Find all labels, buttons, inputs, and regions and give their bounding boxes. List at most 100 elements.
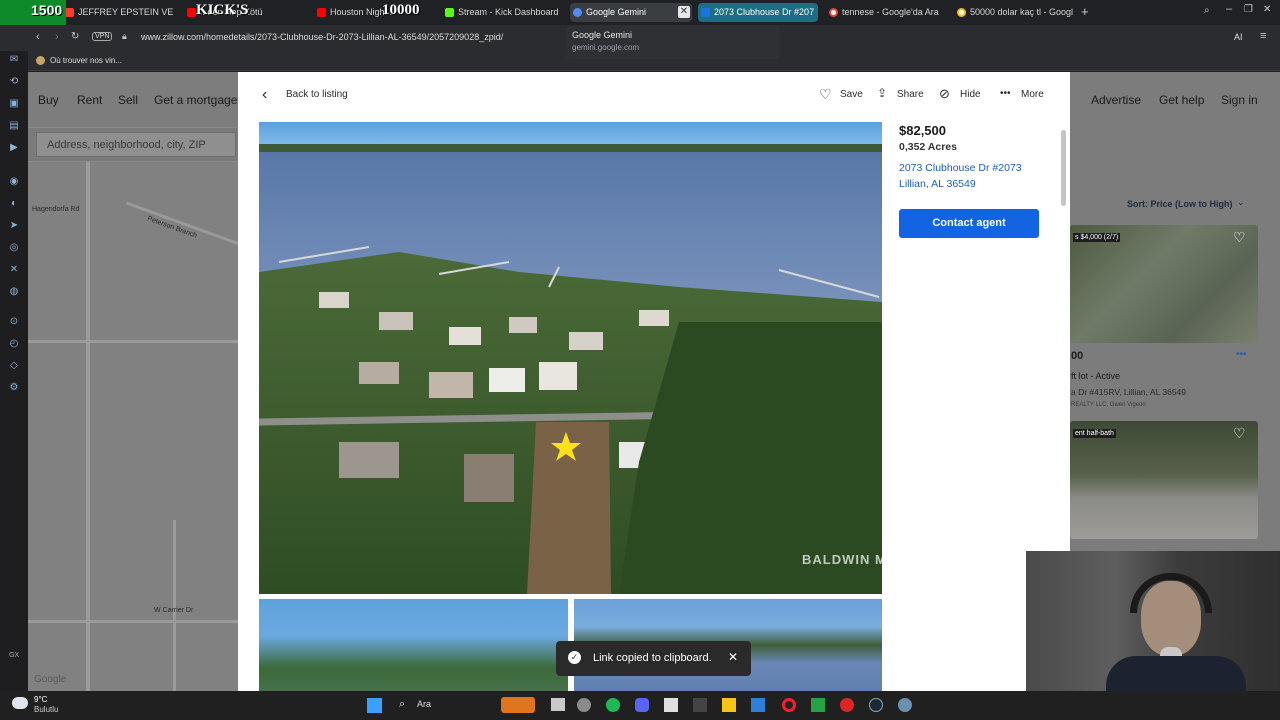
close-icon[interactable]: ✕: [678, 6, 690, 18]
map-label-road: Hagendorfa Rd: [32, 206, 80, 213]
share-icon[interactable]: ⇪: [877, 86, 887, 100]
ai-button[interactable]: AI: [1234, 32, 1243, 42]
store-icon[interactable]: [664, 698, 678, 712]
heart-icon[interactable]: ♡: [1233, 425, 1246, 442]
chevron-left-icon[interactable]: ‹: [262, 86, 267, 104]
webcam-overlay: [1026, 551, 1280, 691]
tab-tooltip: Google Gemini gemini.google.com: [566, 25, 780, 59]
taskbar: 9°C Bulutlu ⌕ Ara: [0, 691, 1280, 720]
sort-dropdown[interactable]: Sort: Price (Low to High): [1127, 199, 1233, 209]
weather-temp[interactable]: 9°C: [34, 695, 47, 704]
nav-mortgage[interactable]: Get a mortgage: [154, 93, 237, 107]
modal-scrollbar[interactable]: [1061, 130, 1066, 206]
weather-desc[interactable]: Bulutlu: [34, 705, 58, 714]
discord-icon[interactable]: [635, 698, 649, 712]
new-tab-icon[interactable]: +: [1081, 4, 1089, 19]
browser-sidebar: ✉ ⟲ ▣ ▤ ▶ ◉ ◐ ➤ ◎ ✕ ◍ ⊙ ◴ ◇ ⚙ GX: [0, 51, 28, 691]
photos-icon[interactable]: [751, 698, 765, 712]
listing-address-line1[interactable]: 2073 Clubhouse Dr #2073: [899, 162, 1022, 174]
wallet-icon[interactable]: ▣: [8, 98, 20, 110]
menu-icon[interactable]: ≡: [1260, 30, 1266, 42]
maximize-icon[interactable]: ❐: [1244, 4, 1253, 15]
result-card-image-1[interactable]: [1070, 225, 1258, 343]
search-icon[interactable]: ⌕: [399, 698, 405, 711]
telegram-icon[interactable]: ➤: [8, 220, 20, 232]
stream-counter-right: 10000: [382, 2, 420, 18]
hide-icon[interactable]: ⊘: [939, 86, 950, 102]
map[interactable]: [28, 162, 240, 691]
window-close-icon[interactable]: ✕: [1263, 4, 1271, 15]
discord-icon[interactable]: ◍: [8, 286, 20, 298]
location-search-input[interactable]: Address, neighborhood, city, ZIP: [36, 132, 236, 157]
nav-advertise[interactable]: Advertise: [1091, 93, 1141, 107]
lock-icon[interactable]: 🔒︎: [122, 31, 127, 42]
steam-icon[interactable]: [869, 698, 883, 712]
x-icon[interactable]: ✕: [8, 264, 20, 276]
heart-icon[interactable]: ♡: [1233, 229, 1246, 246]
youtube-icon: [317, 8, 326, 17]
settings-icon[interactable]: ⚙: [8, 382, 20, 394]
opera-icon[interactable]: [782, 698, 796, 712]
more-icon[interactable]: •••: [1000, 88, 1011, 99]
messenger-icon[interactable]: ✉: [8, 54, 20, 66]
back-to-listing-link[interactable]: Back to listing: [286, 89, 348, 100]
nav-sign-in[interactable]: Sign in: [1221, 93, 1258, 107]
app-icon[interactable]: [693, 698, 707, 712]
forward-icon[interactable]: ›: [55, 31, 59, 43]
tab-zillow-listing[interactable]: 2073 Clubhouse Dr #207: [698, 3, 818, 22]
nav-rent[interactable]: Rent: [77, 93, 102, 107]
share-button[interactable]: Share: [897, 89, 924, 100]
whatsapp-icon[interactable]: ◉: [8, 176, 20, 188]
hide-button[interactable]: Hide: [960, 89, 981, 100]
spotify-icon[interactable]: [606, 698, 620, 712]
editor-icon[interactable]: [722, 698, 736, 712]
clock-icon[interactable]: ◴: [8, 338, 20, 350]
tab-tennese[interactable]: tennese - Google'da Ara: [826, 3, 948, 22]
nav-buy[interactable]: Buy: [38, 93, 59, 107]
tab-50000-dolar[interactable]: 50000 dolar kaç tl - Googl: [954, 3, 1076, 22]
tab-google-gemini[interactable]: Google Gemini ✕: [570, 3, 692, 22]
xbox-icon[interactable]: [811, 698, 825, 712]
save-button[interactable]: Save: [840, 89, 863, 100]
contact-agent-button[interactable]: Contact agent: [899, 209, 1039, 238]
more-button[interactable]: More: [1021, 89, 1044, 100]
history-icon[interactable]: ⟲: [8, 76, 20, 88]
tab-label: Stream - Kick Dashboard: [458, 7, 559, 17]
tag-icon[interactable]: ◇: [8, 360, 20, 372]
weather-icon[interactable]: [12, 697, 28, 709]
back-icon[interactable]: ‹: [36, 31, 40, 43]
windows-start-icon[interactable]: [367, 698, 382, 713]
minimize-icon[interactable]: –: [1226, 3, 1232, 15]
nav-sell[interactable]: Sell: [118, 93, 138, 107]
play-circle-icon[interactable]: ⊙: [8, 316, 20, 328]
tab-epstein[interactable]: JEFFREY EPSTEIN VE SA...: [62, 3, 174, 22]
file-explorer-icon[interactable]: [551, 698, 565, 711]
youtube-icon: [187, 8, 196, 17]
listing-photo-main[interactable]: [259, 122, 882, 594]
result-card-image-2[interactable]: [1070, 421, 1258, 539]
search-icon[interactable]: ⌕: [1204, 5, 1210, 16]
messenger-alt-icon[interactable]: ◐: [8, 198, 20, 210]
search-highlight-icon[interactable]: [501, 697, 535, 713]
gx-icon[interactable]: GX: [8, 650, 20, 662]
tab-kick-dashboard[interactable]: Stream - Kick Dashboard: [442, 3, 562, 22]
vpn-badge[interactable]: VPN: [92, 32, 113, 41]
heart-icon[interactable]: ♡: [819, 86, 832, 103]
settings-icon[interactable]: [898, 698, 912, 712]
reload-icon[interactable]: ↻: [71, 31, 79, 42]
bookmark-item[interactable]: Où trouver nos vin...: [50, 56, 122, 65]
toast-close-icon[interactable]: ✕: [728, 650, 738, 664]
card-more-icon[interactable]: •••: [1236, 349, 1247, 360]
listing-address-line2[interactable]: Lillian, AL 36549: [899, 178, 976, 190]
url-field[interactable]: www.zillow.com/homedetails/2073-Clubhous…: [141, 32, 503, 42]
player-icon[interactable]: ▶: [8, 142, 20, 154]
instagram-icon[interactable]: ◎: [8, 242, 20, 254]
check-circle-icon: ✓: [568, 651, 581, 664]
listing-photo-2[interactable]: [259, 599, 568, 691]
recorder-icon[interactable]: [840, 698, 854, 712]
news-icon[interactable]: ▤: [8, 120, 20, 132]
taskbar-search[interactable]: Ara: [417, 699, 431, 709]
card-badge: s $4,000 (2/7): [1073, 233, 1121, 242]
chrome-icon[interactable]: [577, 698, 591, 712]
nav-get-help[interactable]: Get help: [1159, 93, 1204, 107]
